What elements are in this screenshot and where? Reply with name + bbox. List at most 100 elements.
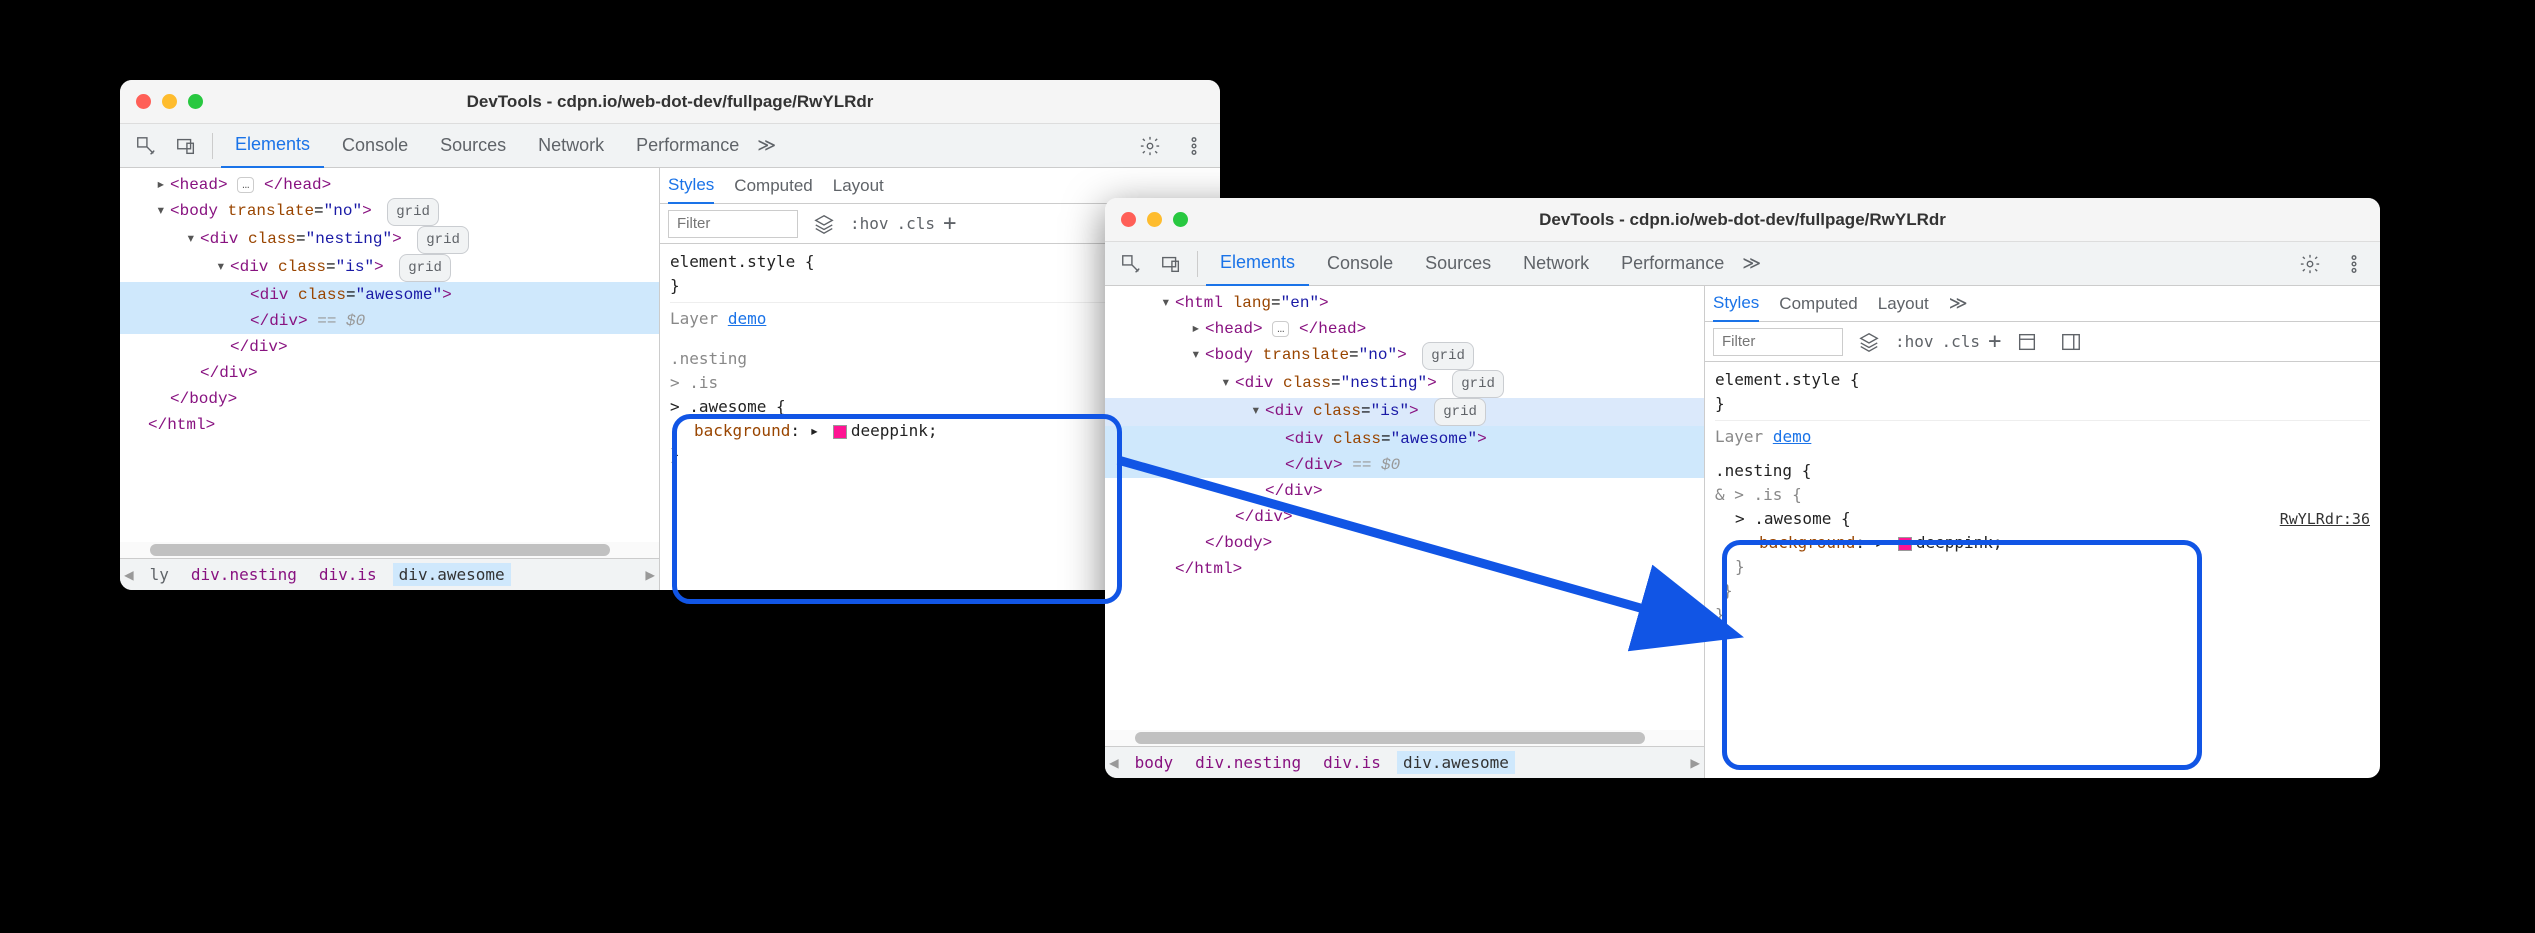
styles-subtabs: Styles Computed Layout ≫ — [1705, 286, 2380, 322]
element-style-rule: element.style { — [1715, 370, 1860, 389]
dock-side-icon[interactable] — [2053, 324, 2089, 360]
layer-demo-link[interactable]: demo — [1773, 427, 1812, 446]
layers-icon[interactable] — [806, 206, 842, 242]
color-swatch-deeppink[interactable] — [1898, 537, 1912, 551]
tab-network[interactable]: Network — [1509, 242, 1603, 286]
ellipsis-badge[interactable]: … — [1272, 321, 1289, 337]
chevron-left-icon[interactable]: ◀ — [124, 565, 134, 584]
layer-demo-link[interactable]: demo — [728, 309, 767, 328]
tag-html[interactable]: <html — [1175, 294, 1223, 312]
chevron-left-icon[interactable]: ◀ — [1109, 753, 1119, 772]
breadcrumb-nesting[interactable]: div.nesting — [1189, 751, 1307, 774]
breadcrumb-partial[interactable]: ly — [144, 563, 175, 586]
grid-badge[interactable]: grid — [1452, 370, 1504, 398]
devtools-window-left: DevTools - cdpn.io/web-dot-dev/fullpage/… — [120, 80, 1220, 590]
device-toggle-icon[interactable] — [1153, 246, 1189, 282]
filter-input[interactable] — [668, 210, 798, 238]
titlebar: DevTools - cdpn.io/web-dot-dev/fullpage/… — [1105, 198, 2380, 242]
tab-sources[interactable]: Sources — [1411, 242, 1505, 286]
scrollbar-horizontal[interactable] — [120, 542, 659, 558]
plus-icon[interactable]: + — [943, 211, 956, 236]
subtab-computed[interactable]: Computed — [1779, 286, 1857, 322]
source-link[interactable]: RwYLRdr:36 — [2280, 507, 2370, 531]
more-subtabs-icon[interactable]: ≫ — [1949, 293, 1968, 314]
tag-div-nesting[interactable]: <div — [1235, 374, 1273, 392]
scrollbar-horizontal[interactable] — [1105, 730, 1704, 746]
breadcrumb-is[interactable]: div.is — [1317, 751, 1387, 774]
divider — [212, 133, 213, 159]
inspect-icon[interactable] — [1113, 246, 1149, 282]
tag-div-awesome[interactable]: <div — [1285, 430, 1323, 448]
color-swatch-deeppink[interactable] — [833, 425, 847, 439]
tag-div-awesome[interactable]: <div — [250, 286, 288, 304]
tag-div-nesting[interactable]: <div — [200, 230, 238, 248]
filter-input[interactable] — [1713, 328, 1843, 356]
more-tabs-icon[interactable]: ≫ — [757, 135, 776, 156]
main-toolbar: Elements Console Sources Network Perform… — [120, 124, 1220, 168]
grid-badge[interactable]: grid — [1422, 342, 1474, 370]
tab-elements[interactable]: Elements — [221, 124, 324, 168]
dom-tree[interactable]: ▾<html lang="en"> ▸<head> … </head> ▾<bo… — [1105, 286, 1704, 586]
more-tabs-icon[interactable]: ≫ — [1742, 253, 1761, 274]
window-title: DevTools - cdpn.io/web-dot-dev/fullpage/… — [1105, 210, 2380, 230]
breadcrumb[interactable]: ◀ body div.nesting div.is div.awesome ▶ — [1105, 746, 1704, 778]
tag-body[interactable]: <body — [1205, 346, 1253, 364]
main-toolbar: Elements Console Sources Network Perform… — [1105, 242, 2380, 286]
breadcrumb-awesome[interactable]: div.awesome — [1397, 751, 1515, 774]
subtab-styles[interactable]: Styles — [668, 168, 714, 204]
window-title: DevTools - cdpn.io/web-dot-dev/fullpage/… — [120, 92, 1220, 112]
device-toggle-icon[interactable] — [168, 128, 204, 164]
tab-elements[interactable]: Elements — [1206, 242, 1309, 286]
gear-icon[interactable] — [2292, 246, 2328, 282]
ellipsis-badge[interactable]: … — [237, 177, 254, 193]
kebab-menu-icon[interactable] — [2336, 246, 2372, 282]
grid-badge[interactable]: grid — [1434, 398, 1486, 426]
grid-badge[interactable]: grid — [387, 198, 439, 226]
tag-body[interactable]: <body — [170, 202, 218, 220]
chevron-right-icon[interactable]: ▶ — [645, 565, 655, 584]
tab-performance[interactable]: Performance — [622, 124, 753, 168]
cls-button[interactable]: .cls — [897, 214, 936, 233]
tag-div-is[interactable]: <div — [230, 258, 268, 276]
amp-is-rule: & > .is { — [1715, 483, 2370, 507]
dollar-zero: == $0 — [317, 312, 365, 330]
tab-console[interactable]: Console — [1313, 242, 1407, 286]
inspect-icon[interactable] — [128, 128, 164, 164]
breadcrumb-awesome[interactable]: div.awesome — [393, 563, 511, 586]
divider — [1197, 251, 1198, 277]
tag-head[interactable]: <head> — [1205, 320, 1263, 338]
devtools-window-right: DevTools - cdpn.io/web-dot-dev/fullpage/… — [1105, 198, 2380, 778]
tab-network[interactable]: Network — [524, 124, 618, 168]
breadcrumb-nesting[interactable]: div.nesting — [185, 563, 303, 586]
subtab-computed[interactable]: Computed — [734, 168, 812, 204]
grid-badge[interactable]: grid — [399, 254, 451, 282]
hov-button[interactable]: :hov — [1895, 332, 1934, 351]
tag-div-is[interactable]: <div — [1265, 402, 1303, 420]
styles-toolbar: :hov .cls + — [1705, 322, 2380, 362]
subtab-styles[interactable]: Styles — [1713, 286, 1759, 322]
hov-button[interactable]: :hov — [850, 214, 889, 233]
tag-head[interactable]: <head> — [170, 176, 228, 194]
element-style-rule: element.style { — [670, 252, 815, 271]
nesting-rule-open: .nesting { — [1715, 461, 1811, 480]
kebab-menu-icon[interactable] — [1176, 128, 1212, 164]
cls-button[interactable]: .cls — [1942, 332, 1981, 351]
tab-console[interactable]: Console — [328, 124, 422, 168]
dom-tree[interactable]: ▸<head> … </head> ▾<body translate="no">… — [120, 168, 659, 442]
breadcrumb[interactable]: ◀ ly div.nesting div.is div.awesome ▶ — [120, 558, 659, 590]
titlebar: DevTools - cdpn.io/web-dot-dev/fullpage/… — [120, 80, 1220, 124]
grid-badge[interactable]: grid — [417, 226, 469, 254]
plus-icon[interactable]: + — [1988, 329, 2001, 354]
tab-performance[interactable]: Performance — [1607, 242, 1738, 286]
subtab-layout[interactable]: Layout — [1878, 286, 1929, 322]
layers-icon[interactable] — [1851, 324, 1887, 360]
computed-toggle-icon[interactable] — [2009, 324, 2045, 360]
dollar-zero: == $0 — [1352, 456, 1400, 474]
styles-content[interactable]: element.style { } Layer demo .nesting { … — [1705, 362, 2380, 778]
breadcrumb-is[interactable]: div.is — [313, 563, 383, 586]
gear-icon[interactable] — [1132, 128, 1168, 164]
breadcrumb-body[interactable]: body — [1129, 751, 1180, 774]
subtab-layout[interactable]: Layout — [833, 168, 884, 204]
tab-sources[interactable]: Sources — [426, 124, 520, 168]
chevron-right-icon[interactable]: ▶ — [1690, 753, 1700, 772]
